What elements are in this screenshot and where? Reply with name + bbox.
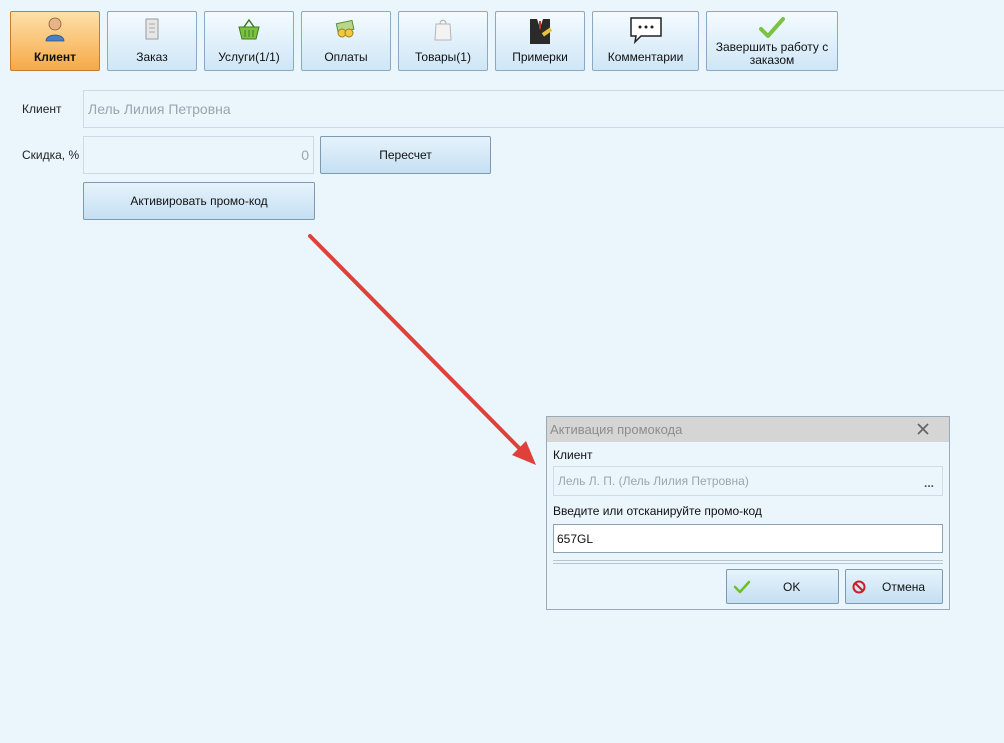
promo-code-value: 657GL <box>557 531 594 546</box>
checkmark-icon <box>733 579 751 598</box>
dialog-titlebar: Активация промокода <box>547 417 949 442</box>
ok-button-label: OK <box>783 579 801 594</box>
dialog-title: Активация промокода <box>550 422 683 437</box>
dialog-client-label: Клиент <box>553 448 593 462</box>
dialog-separator <box>553 560 943 564</box>
ok-button[interactable]: OK <box>726 569 839 604</box>
cancel-button[interactable]: Отмена <box>845 569 943 604</box>
annotation-arrow <box>308 234 536 465</box>
dialog-client-field[interactable]: Лель Л. П. (Лель Лилия Петровна) ... <box>553 466 943 496</box>
close-icon[interactable] <box>915 421 931 437</box>
promo-dialog: Активация промокода Клиент Лель Л. П. (Л… <box>546 416 950 610</box>
dialog-client-value: Лель Л. П. (Лель Лилия Петровна) <box>558 474 749 488</box>
promo-code-label: Введите или отсканируйте промо-код <box>553 504 762 518</box>
no-entry-icon <box>852 580 866 597</box>
browse-button[interactable]: ... <box>924 476 934 490</box>
promo-code-input[interactable]: 657GL <box>553 524 943 553</box>
cancel-button-label: Отмена <box>882 579 926 594</box>
